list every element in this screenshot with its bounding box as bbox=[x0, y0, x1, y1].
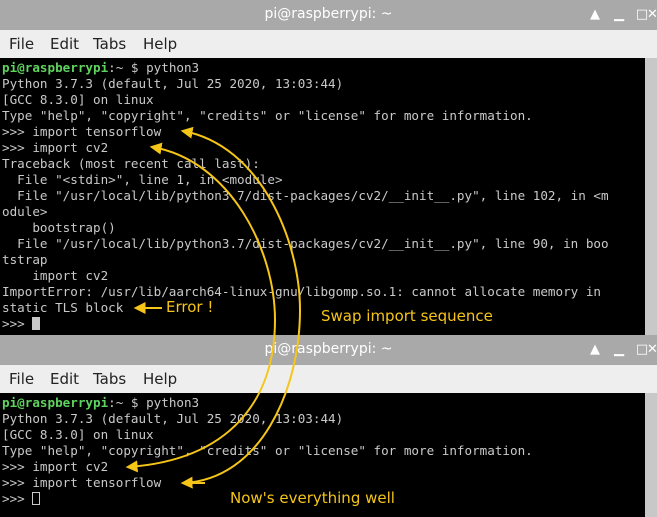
window-title: pi@raspberrypi: ~ bbox=[264, 341, 393, 357]
terminal-line: >>> import cv2 bbox=[2, 459, 109, 474]
terminal-line: >>> import tensorflow bbox=[2, 475, 162, 490]
shell-prompt-line: pi@raspberrypi:~ $ python3 bbox=[2, 395, 199, 411]
terminal-line: File "/usr/local/lib/python3.7/dist-pack… bbox=[2, 236, 609, 251]
terminal-line: Python 3.7.3 (default, Jul 25 2020, 13:0… bbox=[2, 76, 344, 91]
terminal-line: odule> bbox=[2, 204, 48, 219]
shell-command: :~ $ python3 bbox=[108, 395, 200, 410]
close-icon[interactable]: ✕ bbox=[647, 7, 657, 23]
terminal-line: bootstrap() bbox=[2, 220, 116, 235]
title-bar[interactable]: pi@raspberrypi: ~ ▲ ▁ □ ✕ bbox=[0, 335, 657, 365]
terminal-line: tstrap bbox=[2, 252, 48, 267]
terminal-line: ImportError: /usr/lib/aarch64-linux-gnu/… bbox=[2, 284, 601, 299]
terminal-window-top: pi@raspberrypi: ~ ▲ ▁ □ ✕ File Edit Tabs… bbox=[0, 0, 657, 335]
minimize-icon[interactable]: ▁ bbox=[611, 7, 627, 23]
terminal-line: >>> import cv2 bbox=[2, 140, 109, 155]
menu-file[interactable]: File bbox=[9, 35, 34, 53]
menu-bar: File Edit Tabs Help bbox=[0, 365, 657, 393]
shell-prompt-user: pi@raspberrypi bbox=[2, 60, 109, 75]
menu-file[interactable]: File bbox=[9, 370, 34, 388]
menu-help[interactable]: Help bbox=[143, 35, 177, 53]
text-cursor bbox=[32, 317, 41, 330]
terminal-line: Type "help", "copyright", "credits" or "… bbox=[2, 108, 533, 123]
terminal-line: [GCC 8.3.0] on linux bbox=[2, 92, 154, 107]
terminal-line: Type "help", "copyright", "credits" or "… bbox=[2, 443, 533, 458]
terminal-line: Python 3.7.3 (default, Jul 25 2020, 13:0… bbox=[2, 411, 344, 426]
chevron-up-icon[interactable]: ▲ bbox=[587, 342, 603, 358]
close-icon[interactable]: ✕ bbox=[647, 342, 657, 358]
terminal-line: File "/usr/local/lib/python3.7/dist-pack… bbox=[2, 188, 609, 203]
menu-tabs[interactable]: Tabs bbox=[93, 370, 126, 388]
error-label: Error ! bbox=[166, 298, 214, 316]
minimize-icon[interactable]: ▁ bbox=[611, 342, 627, 358]
terminal-line: >>> import tensorflow bbox=[2, 124, 162, 139]
shell-prompt-user: pi@raspberrypi bbox=[2, 395, 109, 410]
terminal-line: File "<stdin>", line 1, in <module> bbox=[2, 172, 283, 187]
terminal-input-line: >>> bbox=[2, 491, 41, 507]
shell-prompt-line: pi@raspberrypi:~ $ python3 bbox=[2, 60, 199, 76]
chevron-up-icon[interactable]: ▲ bbox=[587, 7, 603, 23]
shell-command: :~ $ python3 bbox=[108, 60, 200, 75]
menu-help[interactable]: Help bbox=[143, 370, 177, 388]
menu-bar: File Edit Tabs Help bbox=[0, 30, 657, 58]
python-prompt: >>> bbox=[2, 316, 33, 331]
terminal-output[interactable]: pi@raspberrypi:~ $ python3 Python 3.7.3 … bbox=[0, 58, 645, 335]
scrollbar[interactable] bbox=[645, 393, 657, 517]
terminal-line: Traceback (most recent call last): bbox=[2, 156, 260, 171]
terminal-line: static TLS block bbox=[2, 300, 124, 315]
scrollbar[interactable] bbox=[645, 58, 657, 335]
terminal-input-line: >>> bbox=[2, 316, 41, 332]
python-prompt: >>> bbox=[2, 491, 33, 506]
swap-label: Swap import sequence bbox=[321, 307, 493, 325]
well-label: Now's everything well bbox=[230, 489, 395, 507]
menu-edit[interactable]: Edit bbox=[50, 370, 79, 388]
window-title: pi@raspberrypi: ~ bbox=[264, 6, 393, 22]
terminal-line: [GCC 8.3.0] on linux bbox=[2, 427, 154, 442]
menu-tabs[interactable]: Tabs bbox=[93, 35, 126, 53]
menu-edit[interactable]: Edit bbox=[50, 35, 79, 53]
terminal-line: import cv2 bbox=[2, 268, 109, 283]
title-bar[interactable]: pi@raspberrypi: ~ ▲ ▁ □ ✕ bbox=[0, 0, 657, 30]
text-cursor bbox=[32, 492, 41, 505]
